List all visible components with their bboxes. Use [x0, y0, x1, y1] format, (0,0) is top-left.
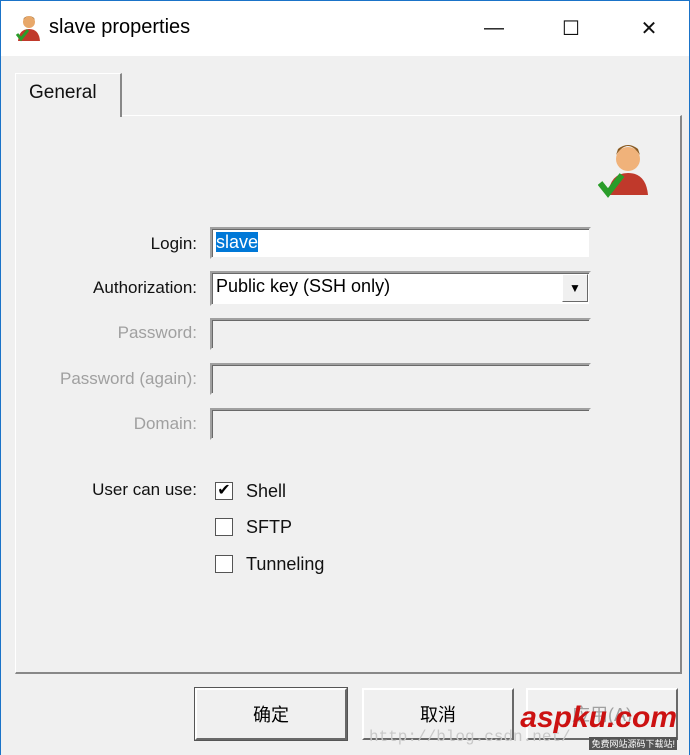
tab-general[interactable]: General	[15, 73, 122, 117]
ok-button[interactable]: 确定	[194, 687, 348, 741]
shell-label[interactable]: Shell	[246, 481, 286, 502]
login-label: Login:	[150, 234, 197, 253]
minimize-button[interactable]: —	[456, 1, 532, 56]
properties-dialog: slave properties — ☐ ✕ General Login: sl…	[0, 0, 690, 755]
chevron-down-icon[interactable]: ▼	[562, 274, 588, 302]
sftp-label[interactable]: SFTP	[246, 517, 292, 538]
password-label: Password:	[117, 323, 197, 342]
title-bar: slave properties — ☐ ✕	[1, 1, 689, 56]
shell-checkbox[interactable]: ✔	[215, 482, 233, 500]
domain-label: Domain:	[133, 414, 197, 433]
password-again-label: Password (again):	[59, 369, 197, 388]
watermark-tagline: 免费网站源码下载站!	[589, 737, 677, 750]
user-check-icon	[598, 145, 648, 198]
watermark-logo: aspku.com	[520, 701, 677, 734]
authorization-value: Public key (SSH only)	[216, 276, 391, 296]
login-input[interactable]: slave	[210, 227, 591, 259]
sftp-checkbox[interactable]	[215, 518, 233, 536]
authorization-select[interactable]: Public key (SSH only) ▼	[210, 271, 591, 306]
tunneling-checkbox[interactable]	[215, 555, 233, 573]
tunneling-label[interactable]: Tunneling	[246, 554, 324, 575]
password-input[interactable]	[210, 318, 591, 350]
maximize-button[interactable]: ☐	[533, 1, 609, 56]
password-again-input[interactable]	[210, 363, 591, 395]
user-icon	[15, 16, 40, 42]
window-title: slave properties	[49, 16, 191, 38]
domain-input[interactable]	[210, 408, 591, 440]
close-button[interactable]: ✕	[611, 1, 687, 56]
authorization-label: Authorization:	[93, 278, 197, 297]
user-can-use-label: User can use:	[92, 480, 197, 499]
login-value: slave	[216, 232, 259, 252]
